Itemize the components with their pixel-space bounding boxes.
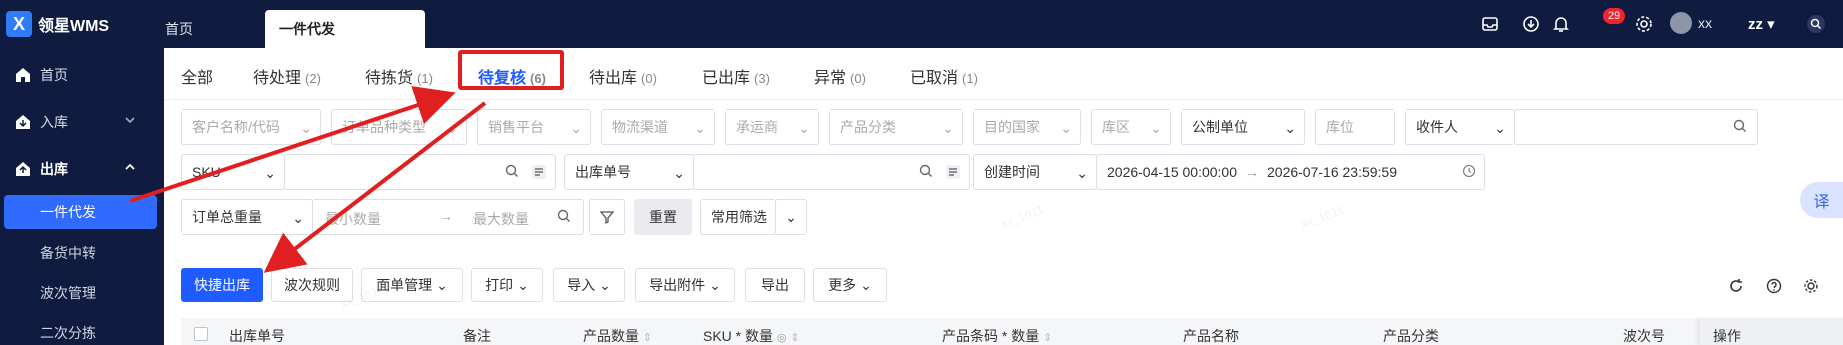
translate-button[interactable]: 译 — [1800, 182, 1843, 218]
app-window: X 领星WMS 首页 一件代发 29 xx zz ▾ 首页 入库 出库 一件代发… — [0, 0, 1843, 345]
arrow-to-review-tab — [129, 86, 456, 203]
arrow-to-quick-ship — [263, 101, 487, 273]
annotation-arrows — [129, 86, 487, 273]
